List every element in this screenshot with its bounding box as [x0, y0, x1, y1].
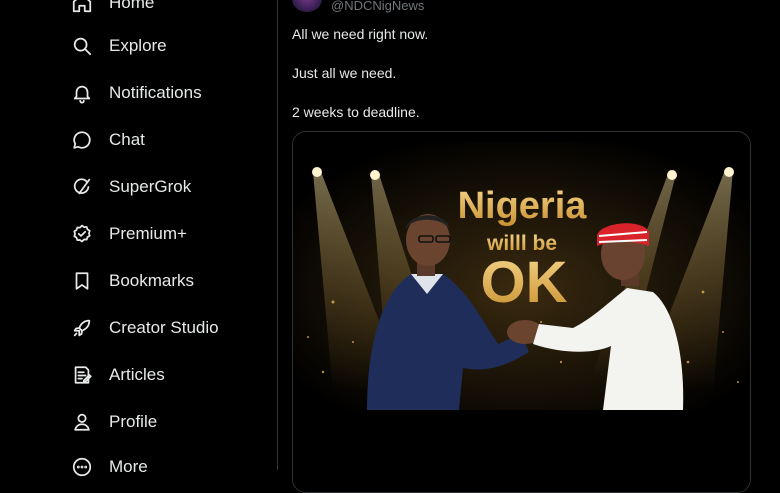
grok-icon: [70, 175, 94, 199]
search-icon: [70, 34, 94, 58]
post-author-handle[interactable]: @NDCNigNews: [331, 0, 424, 13]
sidebar-item-label: Creator Studio: [109, 318, 219, 337]
sidebar-item-home[interactable]: Home: [70, 0, 154, 18]
sidebar-item-label: Premium+: [109, 224, 187, 243]
post-text-line: Just all we need.: [292, 65, 397, 81]
sidebar-item-more[interactable]: More: [70, 452, 148, 482]
home-icon: [70, 0, 94, 15]
spotlight-lamp: [370, 170, 380, 180]
sidebar-item-label: Notifications: [109, 83, 202, 102]
sidebar-nav: Home Explore Notifications Chat SuperGro…: [0, 0, 278, 477]
verified-badge-icon: [70, 222, 94, 246]
poster-ok-text: OK: [481, 250, 568, 315]
sidebar-item-notifications[interactable]: Notifications: [70, 78, 202, 108]
sidebar-item-label: More: [109, 457, 148, 476]
sidebar-item-supergrok[interactable]: SuperGrok: [70, 172, 191, 202]
spotlight-lamp: [312, 167, 322, 177]
poster-graphic: Nigeria willl be OK: [293, 132, 750, 492]
article-icon: [70, 363, 94, 387]
sidebar-item-articles[interactable]: Articles: [70, 360, 165, 390]
sidebar-item-label: Explore: [109, 36, 167, 55]
sidebar-item-label: Home: [109, 0, 155, 12]
poster-headline: Nigeria: [458, 185, 588, 227]
bookmark-icon: [70, 269, 94, 293]
post-text-line: All we need right now.: [292, 26, 429, 42]
sidebar-item-label: Chat: [109, 130, 145, 149]
more-circle-icon: [70, 455, 94, 479]
sidebar-item-premium[interactable]: Premium+: [70, 219, 187, 249]
sidebar-item-explore[interactable]: Explore: [70, 31, 167, 61]
spotlight-lamp: [724, 167, 734, 177]
chat-bubble-icon: [70, 128, 94, 152]
sidebar-item-bookmarks[interactable]: Bookmarks: [70, 266, 194, 296]
sidebar-item-label: SuperGrok: [109, 177, 192, 196]
sidebar-item-chat[interactable]: Chat: [70, 125, 145, 155]
sidebar-item-label: Profile: [109, 412, 158, 431]
post-media-image[interactable]: Nigeria willl be OK: [292, 131, 751, 493]
spotlight-lamp: [667, 170, 677, 180]
post-text-line: 2 weeks to deadline.: [292, 104, 420, 120]
sidebar-item-label: Articles: [109, 365, 165, 384]
rocket-icon: [70, 316, 94, 340]
sidebar-item-profile[interactable]: Profile: [70, 407, 157, 437]
sidebar-item-creator-studio[interactable]: Creator Studio: [70, 313, 219, 343]
bell-icon: [70, 81, 94, 105]
person-icon: [70, 410, 94, 434]
sidebar-item-label: Bookmarks: [109, 271, 195, 290]
